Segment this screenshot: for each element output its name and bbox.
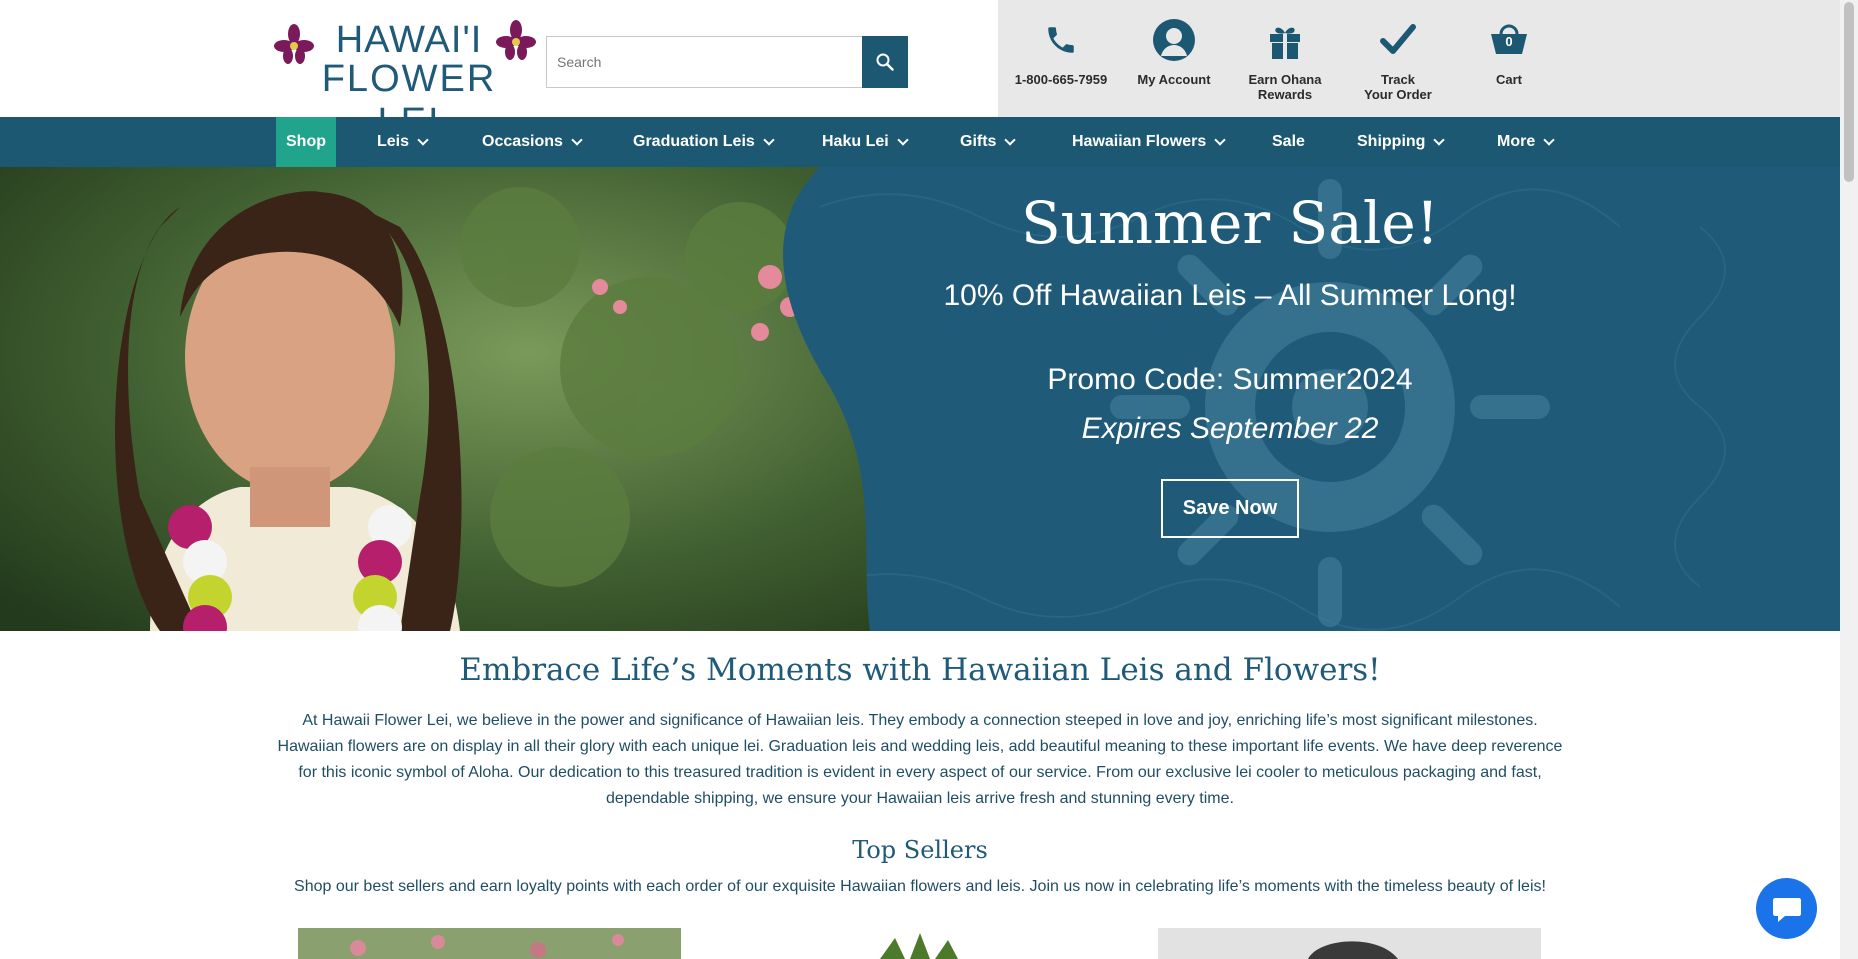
nav-item-more[interactable]: More (1497, 117, 1555, 167)
rewards-label-line1: Earn Ohana (1248, 72, 1322, 87)
my-account-label: My Account (1137, 72, 1211, 87)
chevron-down-icon (1543, 134, 1555, 146)
logo-line-1: HAWAI'I (335, 19, 483, 61)
track-order-link[interactable]: Track Your Order (1350, 18, 1446, 102)
nav-item-sale[interactable]: Sale (1272, 117, 1305, 167)
chevron-down-icon (417, 134, 429, 146)
checkmark-icon (1380, 24, 1416, 54)
product-card-image[interactable] (298, 928, 681, 959)
chat-bubble-icon (1772, 897, 1801, 922)
search-box (546, 36, 908, 88)
search-icon (876, 53, 894, 71)
hero-title: Summer Sale! (1020, 189, 1440, 257)
nav-item-occasions[interactable]: Occasions (482, 117, 583, 167)
phone-number: 1-800-665-7959 (1014, 72, 1108, 87)
nav-item-gifts[interactable]: Gifts (960, 117, 1017, 167)
my-account-link[interactable]: My Account (1128, 18, 1220, 87)
nav-item-haku-lei[interactable]: Haku Lei (822, 117, 909, 167)
account-icon (1153, 19, 1195, 61)
chevron-down-icon (571, 134, 583, 146)
intro-heading: Embrace Life’s Moments with Hawaiian Lei… (459, 652, 1381, 688)
chevron-down-icon (763, 134, 775, 146)
gift-icon (1270, 27, 1300, 59)
search-button[interactable] (862, 36, 908, 88)
cart-label: Cart (1495, 72, 1522, 87)
track-label-line2: Your Order (1364, 87, 1432, 102)
product-image (298, 928, 681, 959)
rewards-label-line2: Rewards (1257, 87, 1313, 102)
site-header: HAWAI'I FLOWER LEI 1-800-665-7959 My (0, 0, 1840, 143)
hero-photo-woman-with-lei (0, 167, 870, 631)
nav-label: Shipping (1357, 133, 1426, 150)
nav-label: Occasions (482, 133, 563, 150)
site-logo[interactable]: HAWAI'I FLOWER LEI (274, 18, 539, 143)
hero-banner[interactable]: Summer Sale! 10% Off Hawaiian Leis – All… (0, 167, 1840, 631)
nav-item-leis[interactable]: Leis (377, 117, 429, 167)
nav-item-hawaiian-flowers[interactable]: Hawaiian Flowers (1072, 117, 1226, 167)
nav-label: Haku Lei (822, 133, 889, 150)
product-image (880, 933, 958, 959)
track-label-line1: Track (1381, 72, 1415, 87)
main-navigation: Shop Leis Occasions Graduation Leis Haku… (0, 117, 1840, 167)
nav-label: More (1497, 133, 1536, 150)
chevron-down-icon (1004, 134, 1017, 146)
save-now-button[interactable]: Save Now (1161, 479, 1299, 538)
phone-icon (1048, 27, 1074, 53)
product-card-image[interactable] (860, 928, 980, 959)
top-sellers-subtext: Shop our best sellers and earn loyalty p… (294, 878, 1546, 895)
hero-subtitle: 10% Off Hawaiian Leis – All Summer Long! (943, 279, 1517, 312)
nav-item-shop[interactable]: Shop (276, 117, 336, 167)
nav-label: Gifts (960, 133, 997, 150)
phone-link[interactable]: 1-800-665-7959 (1008, 18, 1114, 87)
chat-button[interactable] (1756, 878, 1817, 939)
hero-promo-code: Promo Code: Summer2024 (1047, 363, 1413, 396)
top-sellers-heading: Top Sellers (852, 836, 988, 864)
nav-label: Shop (286, 133, 326, 150)
chevron-down-icon (1433, 134, 1446, 146)
product-image (1158, 928, 1541, 959)
scrollbar-thumb[interactable] (1844, 2, 1854, 182)
cart-link[interactable]: 0 Cart (1470, 18, 1548, 87)
hero-expiry: Expires September 22 (1081, 412, 1379, 445)
cart-count: 0 (1505, 34, 1513, 49)
product-card-image[interactable] (1158, 928, 1541, 959)
nav-label: Leis (377, 133, 410, 150)
search-input[interactable] (547, 37, 847, 87)
nav-item-shipping[interactable]: Shipping (1357, 117, 1446, 167)
nav-label: Sale (1272, 133, 1305, 150)
vertical-scrollbar[interactable] (1840, 0, 1858, 959)
intro-paragraph: At Hawaii Flower Lei, we believe in the … (277, 712, 1563, 807)
chevron-down-icon (1214, 134, 1226, 146)
nav-item-graduation-leis[interactable]: Graduation Leis (633, 117, 775, 167)
rewards-link[interactable]: Earn Ohana Rewards (1238, 18, 1332, 102)
nav-label: Hawaiian Flowers (1072, 133, 1207, 150)
chevron-down-icon (897, 134, 909, 146)
nav-label: Graduation Leis (633, 133, 755, 150)
